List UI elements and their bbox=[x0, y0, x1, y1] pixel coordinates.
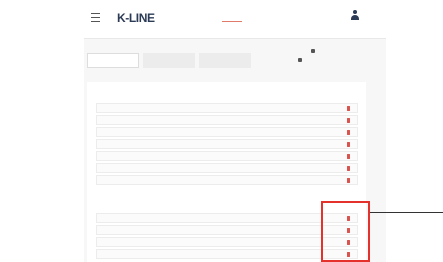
side-link-2[interactable] bbox=[298, 58, 304, 62]
pdf-icon[interactable] bbox=[347, 142, 350, 147]
top-header: K-LINE bbox=[84, 0, 386, 36]
list-item[interactable] bbox=[96, 225, 358, 235]
brand-logo[interactable]: K-LINE bbox=[117, 11, 155, 25]
pdf-icon[interactable] bbox=[347, 154, 350, 159]
highlight-annotation bbox=[321, 201, 370, 262]
pdf-icon[interactable] bbox=[347, 118, 350, 123]
callout-line bbox=[370, 212, 443, 213]
user-icon[interactable] bbox=[351, 10, 359, 22]
list-item[interactable] bbox=[96, 115, 358, 125]
list-item[interactable] bbox=[96, 151, 358, 161]
list-item[interactable] bbox=[96, 249, 358, 259]
list-item[interactable] bbox=[96, 139, 358, 149]
download-icon bbox=[298, 58, 302, 62]
list-item[interactable] bbox=[96, 103, 358, 113]
side-link-1[interactable] bbox=[311, 49, 317, 53]
menu-icon[interactable] bbox=[91, 13, 100, 22]
tab-bar bbox=[87, 53, 251, 68]
tab-2[interactable] bbox=[143, 53, 195, 68]
list-item[interactable] bbox=[96, 237, 358, 247]
list-item[interactable] bbox=[96, 175, 358, 185]
pdf-icon[interactable] bbox=[347, 106, 350, 111]
list-item[interactable] bbox=[96, 213, 358, 223]
tab-3[interactable] bbox=[199, 53, 251, 68]
pdf-icon[interactable] bbox=[347, 166, 350, 171]
document-icon bbox=[311, 49, 315, 53]
tab-1[interactable] bbox=[87, 53, 139, 68]
pdf-icon[interactable] bbox=[347, 178, 350, 183]
list-item[interactable] bbox=[96, 163, 358, 173]
pdf-icon[interactable] bbox=[347, 130, 350, 135]
list-item[interactable] bbox=[96, 127, 358, 137]
nav-active-indicator bbox=[222, 21, 242, 22]
